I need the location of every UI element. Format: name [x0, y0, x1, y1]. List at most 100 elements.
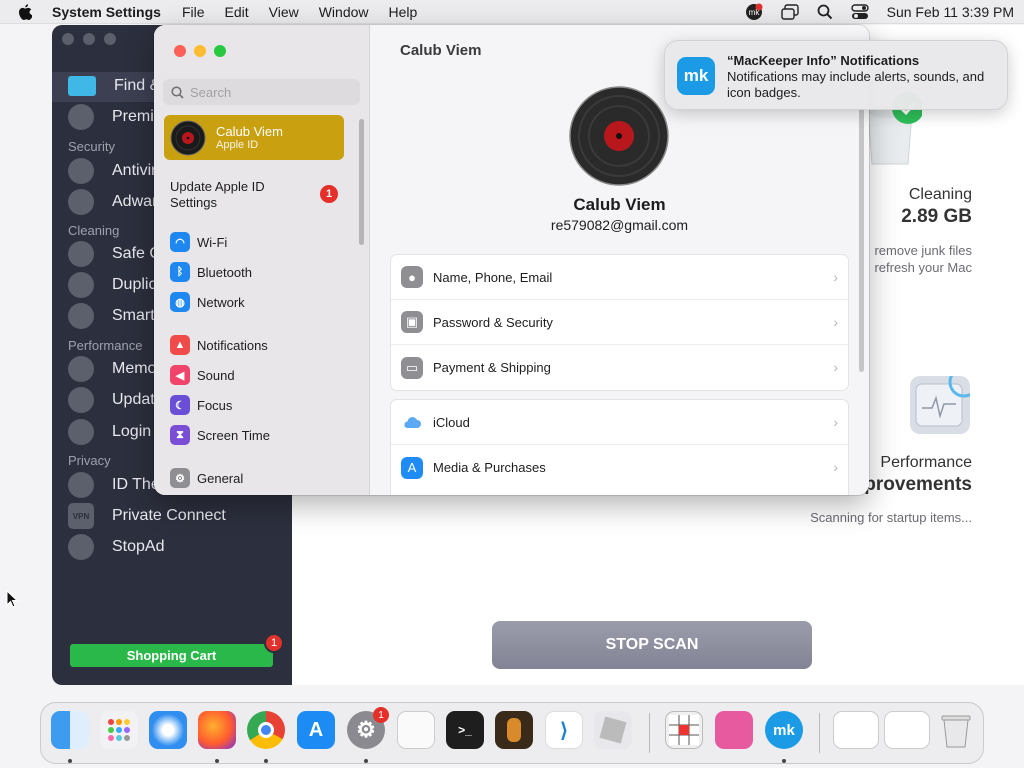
- media-purchases-row[interactable]: A Media & Purchases ›: [391, 445, 848, 490]
- sidebar-item-stopad[interactable]: StopAd: [68, 533, 164, 561]
- firefox-icon[interactable]: [198, 711, 236, 749]
- person-icon: ●: [401, 266, 423, 288]
- hourglass-icon: ⧗: [170, 425, 190, 445]
- monitor-icon: [68, 76, 96, 96]
- icloud-row[interactable]: iCloud ›: [391, 400, 848, 445]
- moon-icon: ☾: [170, 395, 190, 415]
- settings-window-controls: [174, 45, 226, 57]
- lock-icon: ▣: [401, 311, 423, 333]
- launchpad-icon[interactable]: [100, 711, 138, 749]
- update-apple-id-item[interactable]: Update Apple ID Settings: [170, 179, 300, 211]
- sudoku-icon[interactable]: [665, 711, 703, 749]
- search-input[interactable]: Search: [163, 79, 360, 105]
- notification-banner[interactable]: mk “MacKeeper Info” Notifications Notifi…: [664, 40, 1008, 110]
- screen-mirroring-icon[interactable]: [780, 3, 799, 20]
- trash-icon[interactable]: [937, 711, 975, 749]
- chevron-right-icon: ›: [833, 414, 838, 430]
- sidebar-item-notifications[interactable]: ▲ Notifications: [170, 333, 268, 357]
- user-subtitle: Apple ID: [216, 139, 259, 151]
- minimize-button[interactable]: [83, 33, 95, 45]
- apple-menu-icon[interactable]: [18, 3, 32, 20]
- sidebar-item-label: StopAd: [112, 538, 165, 555]
- mackeeper-window-controls: [62, 33, 116, 45]
- avatar: [170, 120, 206, 155]
- menu-clock[interactable]: Sun Feb 11 3:39 PM: [887, 4, 1014, 20]
- search-icon: [171, 85, 184, 99]
- bell-icon: ▲: [170, 335, 190, 355]
- sidebar-item-private-connect[interactable]: VPN Private Connect: [68, 502, 226, 530]
- safari-icon[interactable]: [149, 711, 187, 749]
- sidebar-item-network[interactable]: ◍ Network: [170, 290, 245, 314]
- sidebar-item-focus[interactable]: ☾ Focus: [170, 393, 232, 417]
- cloud-icon: [401, 411, 423, 433]
- performance-icon: [910, 366, 980, 434]
- profile-avatar[interactable]: [569, 86, 669, 186]
- content-scrollbar[interactable]: [859, 107, 864, 372]
- headset-icon: [68, 104, 94, 130]
- textedit-icon[interactable]: [397, 711, 435, 749]
- app-store-icon[interactable]: A: [297, 711, 335, 749]
- menu-help[interactable]: Help: [389, 4, 418, 20]
- sidebar-item-label: Screen Time: [197, 427, 270, 443]
- search-placeholder: Search: [190, 84, 232, 100]
- minimized-window-thumbnail[interactable]: [833, 711, 879, 749]
- sidebar-scrollbar[interactable]: [359, 119, 364, 245]
- settings-sidebar: Search Calub Viem Apple ID Update Apple …: [154, 25, 370, 495]
- menu-app-name[interactable]: System Settings: [52, 4, 161, 20]
- cleanup-icon: [68, 241, 94, 267]
- terminal-icon[interactable]: >_: [446, 711, 484, 749]
- finder-icon[interactable]: [51, 711, 89, 749]
- sidebar-section-performance: Performance: [68, 338, 143, 353]
- dock: A ⚙ 1 >_ ⟩ mk: [40, 702, 984, 764]
- vscode-icon[interactable]: ⟩: [545, 711, 583, 749]
- running-indicator: [782, 759, 786, 763]
- roblox-icon[interactable]: [594, 711, 632, 749]
- dock-separator: [649, 713, 650, 753]
- sidebar-item-apple-id[interactable]: Calub Viem Apple ID: [164, 115, 344, 160]
- cleanmymac-icon[interactable]: [715, 711, 753, 749]
- instruments-icon[interactable]: [495, 711, 533, 749]
- sidebar-item-label: Notifications: [197, 337, 268, 353]
- notification-title: “MacKeeper Info” Notifications: [727, 53, 920, 68]
- sidebar-item-label: General: [197, 470, 244, 486]
- chevron-right-icon: ›: [833, 269, 838, 285]
- bluetooth-icon: ᛒ: [170, 262, 190, 282]
- zoom-button[interactable]: [214, 45, 226, 57]
- stop-scan-button[interactable]: STOP SCAN: [492, 621, 812, 669]
- minimize-button[interactable]: [194, 45, 206, 57]
- profile-email: re579082@gmail.com: [550, 217, 689, 233]
- sidebar-section-security: Security: [68, 139, 115, 154]
- close-button[interactable]: [174, 45, 186, 57]
- shopping-cart-button[interactable]: Shopping Cart: [70, 644, 273, 667]
- hand-icon: [68, 189, 94, 215]
- close-button[interactable]: [62, 33, 74, 45]
- sidebar-item-wifi[interactable]: ◠ Wi-Fi: [170, 230, 227, 254]
- virus-icon: [68, 158, 94, 184]
- sidebar-item-general[interactable]: ⚙ General: [170, 466, 243, 490]
- settings-dock-badge: 1: [373, 707, 389, 723]
- menu-view[interactable]: View: [269, 4, 299, 20]
- sidebar-item-label: Private Connect: [112, 507, 226, 524]
- chrome-icon[interactable]: [247, 711, 285, 749]
- row-label: Media & Purchases: [433, 460, 546, 475]
- update-badge: 1: [320, 185, 338, 203]
- name-phone-email-row[interactable]: ● Name, Phone, Email ›: [391, 255, 848, 300]
- menu-edit[interactable]: Edit: [225, 4, 249, 20]
- running-indicator: [364, 759, 368, 763]
- menu-window[interactable]: Window: [319, 4, 369, 20]
- spotlight-search-icon[interactable]: [817, 4, 833, 20]
- control-center-icon[interactable]: [850, 3, 869, 20]
- payment-shipping-row[interactable]: ▭ Payment & Shipping ›: [391, 345, 848, 390]
- sidebar-item-screen-time[interactable]: ⧗ Screen Time: [170, 423, 270, 447]
- zoom-button[interactable]: [104, 33, 116, 45]
- mackeeper-icon[interactable]: mk: [765, 711, 803, 749]
- sidebar-item-bluetooth[interactable]: ᛒ Bluetooth: [170, 260, 252, 284]
- mackeeper-status-icon[interactable]: mk: [745, 3, 763, 21]
- wifi-icon: ◠: [170, 232, 190, 252]
- notification-body: Notifications may include alerts, sounds…: [727, 69, 985, 100]
- password-security-row[interactable]: ▣ Password & Security ›: [391, 300, 848, 345]
- minimized-window-thumbnail[interactable]: [884, 711, 930, 749]
- menu-file[interactable]: File: [182, 4, 205, 20]
- account-group: ● Name, Phone, Email › ▣ Password & Secu…: [390, 254, 849, 391]
- sidebar-item-sound[interactable]: ◀ Sound: [170, 363, 235, 387]
